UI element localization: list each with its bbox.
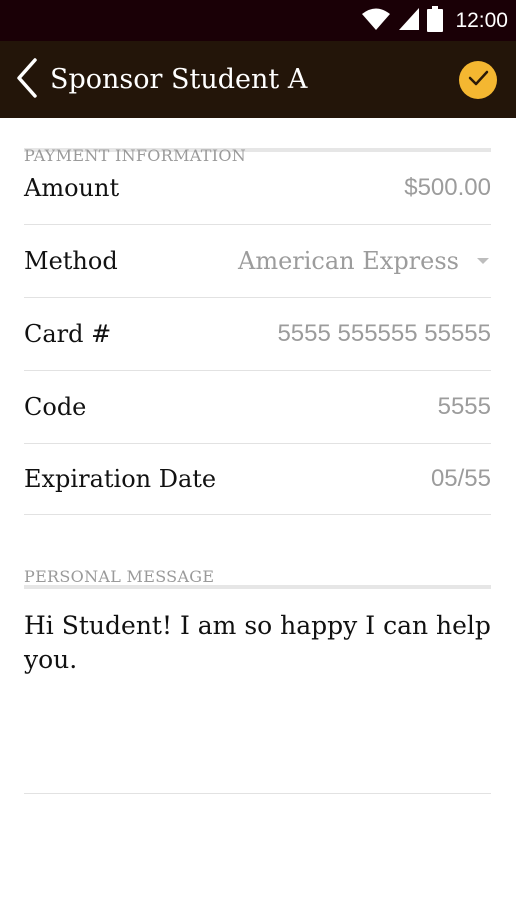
page-title: Sponsor Student A: [50, 64, 308, 95]
amount-field[interactable]: $500.00: [404, 174, 491, 202]
status-time: 12:00: [455, 9, 508, 32]
status-icons: 12:00: [361, 6, 508, 36]
method-select[interactable]: American Express: [238, 247, 491, 275]
message-section-header: PERSONAL MESSAGE: [24, 567, 215, 586]
method-value: American Express: [237, 247, 459, 275]
method-row[interactable]: Method American Express: [24, 225, 491, 298]
card-row[interactable]: Card # 5555 555555 55555: [24, 298, 491, 371]
expiration-label: Expiration Date: [24, 465, 217, 493]
wifi-icon: [361, 7, 391, 35]
check-icon: [467, 69, 489, 91]
dropdown-arrow-icon: [477, 258, 489, 264]
code-label: Code: [24, 393, 87, 421]
signal-icon: [397, 7, 421, 35]
code-row[interactable]: Code 5555: [24, 371, 491, 444]
sponsor-form: PAYMENT INFORMATION Amount $500.00 Metho…: [24, 118, 491, 794]
personal-message-input[interactable]: Hi Student! I am so happy I can help you…: [24, 589, 491, 794]
status-bar: 12:00: [0, 0, 516, 41]
amount-label: Amount: [24, 174, 120, 202]
expiration-row[interactable]: Expiration Date 05/55: [24, 444, 491, 515]
chevron-left-icon: [16, 57, 38, 102]
back-button[interactable]: [4, 41, 50, 118]
code-field[interactable]: 5555: [438, 393, 491, 421]
payment-section-header: PAYMENT INFORMATION: [24, 146, 247, 165]
expiration-field[interactable]: 05/55: [431, 465, 491, 493]
app-bar: Sponsor Student A: [0, 41, 516, 118]
card-number-field[interactable]: 5555 555555 55555: [277, 320, 491, 348]
card-label: Card #: [24, 320, 112, 348]
battery-icon: [427, 6, 444, 36]
confirm-button[interactable]: [459, 60, 497, 99]
method-label: Method: [24, 247, 118, 275]
